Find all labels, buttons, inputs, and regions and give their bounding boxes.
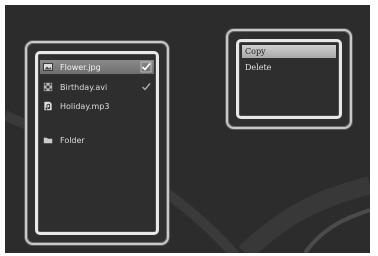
file-list: Flower.jpg Birthday.avi Holiday.mp3 Fold… (35, 51, 159, 235)
checkmark-icon[interactable] (140, 61, 152, 73)
file-label: Folder (60, 135, 85, 145)
file-row-folder[interactable]: Folder (40, 133, 154, 147)
menu-item-delete[interactable]: Delete (242, 61, 336, 74)
file-row-flower[interactable]: Flower.jpg (40, 60, 154, 74)
video-file-icon (43, 82, 53, 92)
menu-item-copy[interactable]: Copy (242, 45, 336, 58)
context-menu: Copy Delete (236, 39, 342, 119)
checkmark-icon[interactable] (140, 81, 152, 93)
context-menu-panel: Copy Delete (226, 29, 352, 129)
file-label: Flower.jpg (60, 62, 101, 72)
audio-file-icon (43, 101, 53, 111)
image-file-icon (43, 62, 53, 72)
file-browser-panel: Flower.jpg Birthday.avi Holiday.mp3 Fold… (25, 41, 169, 245)
file-row-holiday[interactable]: Holiday.mp3 (40, 99, 154, 113)
file-label: Birthday.avi (60, 82, 108, 92)
file-row-birthday[interactable]: Birthday.avi (40, 80, 154, 94)
screen: Flower.jpg Birthday.avi Holiday.mp3 Fold… (5, 5, 370, 253)
folder-icon (43, 135, 53, 145)
file-label: Holiday.mp3 (60, 101, 110, 111)
